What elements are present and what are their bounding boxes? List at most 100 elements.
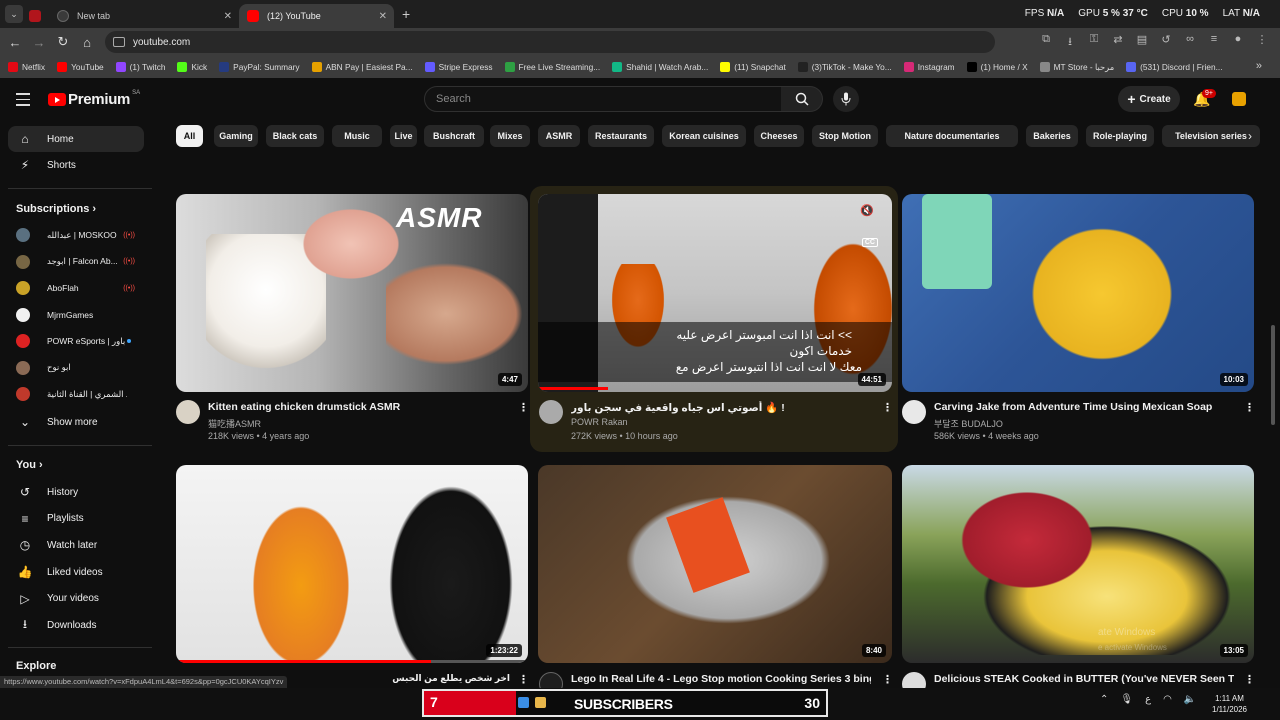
channel-avatar[interactable] bbox=[539, 400, 563, 424]
wifi-icon[interactable]: ◠ bbox=[1163, 694, 1172, 705]
page-scrollbar[interactable] bbox=[1271, 325, 1275, 425]
back-icon[interactable]: ← bbox=[3, 35, 27, 50]
windows-start-icon[interactable] bbox=[518, 697, 529, 708]
menu-icon[interactable]: ⋮ bbox=[1254, 33, 1270, 52]
filter-chip[interactable]: Role-playing bbox=[1086, 125, 1154, 147]
more-options-icon[interactable]: ⋮ bbox=[882, 673, 893, 686]
subscription-item[interactable]: AboFlah ((•)) bbox=[16, 277, 141, 299]
media-icon[interactable]: ≡ bbox=[1206, 33, 1222, 52]
file-explorer-icon[interactable] bbox=[535, 697, 546, 708]
home-icon[interactable]: ⌂ bbox=[75, 35, 99, 50]
filter-chip[interactable]: Bakeries bbox=[1026, 125, 1078, 147]
bookmark-item[interactable]: (3)TikTok - Make Yo... bbox=[797, 62, 892, 72]
bookmark-item[interactable]: ABN Pay | Easiest Pa... bbox=[311, 62, 413, 72]
link-icon[interactable]: ∞ bbox=[1182, 33, 1198, 52]
bookmark-item[interactable]: (11) Snapchat bbox=[720, 62, 786, 72]
history-icon[interactable]: ↺ bbox=[1158, 33, 1174, 52]
captions-button[interactable]: CC bbox=[861, 238, 878, 247]
language-indicator[interactable]: ع bbox=[1145, 694, 1151, 705]
video-thumbnail[interactable]: 8:40 bbox=[538, 465, 892, 663]
bookmark-item[interactable]: Netflix bbox=[8, 62, 45, 72]
key-icon[interactable]: ⚿ bbox=[1086, 33, 1102, 52]
tab-youtube[interactable]: (12) YouTube ✕ bbox=[239, 4, 394, 28]
youtube-premium-logo[interactable]: Premium SA bbox=[48, 90, 140, 108]
new-tab-icon[interactable]: + bbox=[402, 6, 410, 22]
sidebar-item-shorts[interactable]: ⚡ Shorts bbox=[8, 152, 144, 178]
subscription-item[interactable]: POWR eSports | باور bbox=[16, 330, 141, 352]
sidebar-item-your-videos[interactable]: ▷ Your videos bbox=[8, 586, 144, 612]
subscription-item[interactable]: ابو نوح bbox=[16, 357, 141, 379]
filter-chip[interactable]: Black cats bbox=[266, 125, 324, 147]
hamburger-menu-icon[interactable] bbox=[16, 93, 30, 110]
channel-avatar[interactable] bbox=[902, 400, 926, 424]
channel-avatar[interactable] bbox=[176, 400, 200, 424]
subscriptions-heading[interactable]: Subscriptions › bbox=[16, 203, 96, 215]
card-icon[interactable]: ▤ bbox=[1134, 33, 1150, 52]
tab-new-tab[interactable]: New tab ✕ bbox=[49, 4, 239, 28]
sidebar-item-playlists[interactable]: ≡ Playlists bbox=[8, 506, 144, 532]
bookmark-item[interactable]: MT Store - مرحبا bbox=[1039, 62, 1114, 72]
video-thumbnail[interactable]: 13:05 bbox=[902, 465, 1254, 663]
filter-chip[interactable]: Cheeses bbox=[754, 125, 804, 147]
bookmark-item[interactable]: PayPal: Summary bbox=[219, 62, 300, 72]
bookmark-item[interactable]: (531) Discord | Frien... bbox=[1126, 62, 1223, 72]
channel-name[interactable]: POWR Rakan bbox=[571, 417, 628, 427]
bookmark-item[interactable]: Instagram bbox=[903, 62, 955, 72]
sidebar-item-watch-later[interactable]: ◷ Watch later bbox=[8, 532, 144, 558]
subscription-item[interactable]: عبدالله | MOSKOO ((•)) bbox=[16, 224, 141, 246]
video-title[interactable]: اخر شخص يطلع من الحبس bbox=[300, 673, 510, 684]
system-clock[interactable]: 1:11 AM 1/11/2026 bbox=[1212, 693, 1247, 715]
you-heading[interactable]: You › bbox=[16, 459, 43, 471]
voice-search-button[interactable] bbox=[833, 86, 859, 112]
bookmark-item[interactable]: (1) Twitch bbox=[115, 62, 165, 72]
video-title[interactable]: Lego In Real Life 4 - Lego Stop motion C… bbox=[571, 673, 871, 685]
extensions-icon[interactable]: ⧉ bbox=[1038, 33, 1054, 52]
subscription-item[interactable]: MjrmGames bbox=[16, 304, 141, 326]
filter-chip[interactable]: ASMR bbox=[538, 125, 580, 147]
reload-icon[interactable]: ↻ bbox=[51, 34, 75, 50]
bookmark-item[interactable]: Free Live Streaming... bbox=[504, 62, 600, 72]
search-input[interactable]: Search bbox=[424, 86, 782, 112]
filter-chip[interactable]: Live bbox=[390, 125, 417, 147]
bookmark-item[interactable]: YouTube bbox=[57, 62, 104, 72]
filter-chip[interactable]: Music bbox=[332, 125, 382, 147]
bookmark-item[interactable]: Kick bbox=[177, 62, 207, 72]
volume-icon[interactable]: 🔈 bbox=[1184, 694, 1196, 705]
filter-chip[interactable]: Gaming bbox=[214, 125, 258, 147]
bookmark-item[interactable]: Shahid | Watch Arab... bbox=[612, 62, 708, 72]
more-bookmarks-icon[interactable]: » bbox=[1256, 60, 1262, 72]
more-options-icon[interactable]: ⋮ bbox=[518, 401, 529, 414]
channel-name[interactable]: 猫吃播ASMR bbox=[208, 417, 261, 430]
subscription-item[interactable]: ابو عابد الشمري | القناة الثانية bbox=[16, 383, 141, 405]
more-options-icon[interactable]: ⋮ bbox=[882, 401, 893, 414]
sidebar-item-home[interactable]: ⌂ Home bbox=[8, 126, 144, 152]
bookmark-item[interactable]: Stripe Express bbox=[424, 62, 493, 72]
sidebar-item-history[interactable]: ↺ History bbox=[8, 479, 144, 505]
site-info-icon[interactable] bbox=[113, 37, 125, 47]
sidebar-item-liked-videos[interactable]: 👍 Liked videos bbox=[8, 559, 144, 585]
filter-chip[interactable]: All bbox=[176, 125, 203, 147]
microphone-icon[interactable]: 🎙 bbox=[1120, 694, 1133, 705]
video-title[interactable]: Carving Jake from Adventure Time Using M… bbox=[934, 401, 1234, 413]
tab-search-icon[interactable]: ⌄ bbox=[5, 5, 23, 23]
download-icon[interactable]: ⭳ bbox=[1062, 33, 1078, 52]
more-options-icon[interactable]: ⋮ bbox=[518, 673, 529, 686]
video-thumbnail[interactable]: >> انت اذا انت امبوستر اعرض عليه خدمات ا… bbox=[538, 194, 892, 392]
filter-chip[interactable]: Stop Motion bbox=[812, 125, 878, 147]
progress-bar[interactable] bbox=[538, 387, 608, 390]
filter-chip[interactable]: Bushcraft bbox=[424, 125, 484, 147]
profile-avatar-icon[interactable]: ● bbox=[1230, 33, 1246, 52]
chevron-right-icon[interactable]: › bbox=[1239, 125, 1261, 147]
filter-chip[interactable]: Mixes bbox=[490, 125, 530, 147]
mute-icon[interactable]: 🔇 bbox=[860, 204, 874, 217]
filter-chip[interactable]: Restaurants bbox=[588, 125, 654, 147]
bookmark-item[interactable]: (1) Home / X bbox=[966, 62, 1028, 72]
address-bar[interactable]: youtube.com bbox=[105, 31, 995, 53]
more-options-icon[interactable]: ⋮ bbox=[1244, 401, 1255, 414]
forward-icon[interactable]: → bbox=[27, 35, 51, 50]
sidebar-item-downloads[interactable]: ⭳ Downloads bbox=[8, 613, 144, 639]
video-thumbnail[interactable]: 1:23:22 bbox=[176, 465, 528, 663]
channel-name[interactable]: 부달조 BUDALJO bbox=[934, 417, 1003, 430]
show-more-button[interactable]: ⌄ Show more bbox=[8, 409, 144, 435]
video-title[interactable]: أصوتي اس جياه واقعية في سجن باور 🔥 ! bbox=[571, 401, 871, 414]
